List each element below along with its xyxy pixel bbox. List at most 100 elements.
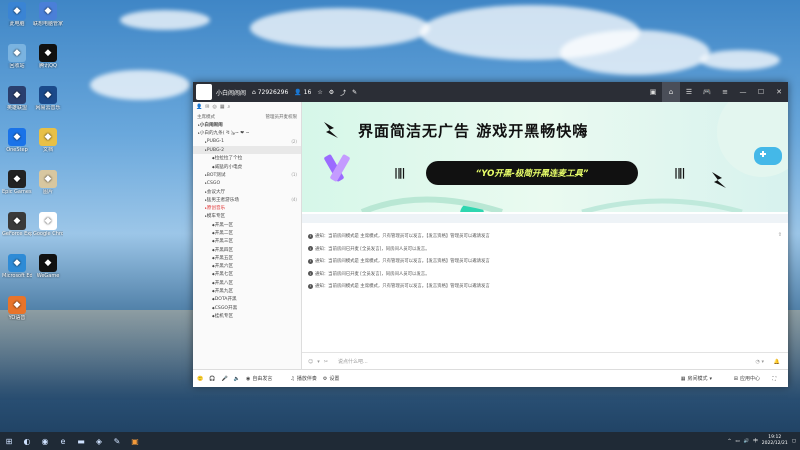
channel-item[interactable]: ▸ 模车专区 bbox=[193, 212, 301, 220]
desktop-icon[interactable]: ◆ 英雄联盟 bbox=[2, 86, 32, 111]
tray-arrow-icon[interactable]: ^ bbox=[728, 439, 732, 444]
free-speech-button[interactable]: ◉ 自由发言 bbox=[246, 375, 272, 383]
desktop-icon[interactable]: ◆ 回收站 bbox=[2, 44, 32, 69]
chat-options-icon[interactable]: ◔ ▾ bbox=[756, 359, 764, 365]
notification-center-icon[interactable]: ▢ bbox=[792, 439, 796, 444]
channel-item[interactable]: ▸ 猛男王者游乐场 (4) bbox=[193, 196, 301, 204]
channel-item[interactable]: ▸ PUBG-2 bbox=[193, 145, 301, 155]
channel-item[interactable]: ◆ 开黑一区 bbox=[193, 221, 301, 229]
channel-item[interactable]: ▸ CSGO bbox=[193, 179, 301, 187]
channel-item[interactable]: ◆ 开黑八区 bbox=[193, 279, 301, 287]
yo-icon[interactable]: ▣ bbox=[126, 432, 144, 450]
user-avatar[interactable]: 🙂 bbox=[197, 376, 203, 382]
mic-icon[interactable]: 🎤 bbox=[221, 376, 227, 382]
clock-date: 2022/12/21 bbox=[761, 441, 788, 446]
channel-item[interactable]: ◆ 开黑三区 bbox=[193, 237, 301, 245]
desktop-icon[interactable]: ◆ YO语音 bbox=[2, 296, 32, 321]
channel-item[interactable]: ◆ 拉拉拉了个拉 bbox=[193, 154, 301, 162]
channel-item[interactable]: ▸ BOT测试 (1) bbox=[193, 171, 301, 179]
edge-icon[interactable]: e bbox=[54, 432, 72, 450]
info-icon: i bbox=[308, 271, 313, 276]
screenshot-icon[interactable]: ✂ bbox=[324, 359, 328, 365]
ime-icon[interactable]: 中 bbox=[753, 438, 758, 444]
sound-bars-icon: |‖| bbox=[674, 166, 686, 179]
channel-item[interactable]: ◆ 开黑五区 bbox=[193, 254, 301, 262]
desktop-icon[interactable]: ◆Epic Games Launcher bbox=[2, 170, 32, 195]
channel-item[interactable]: ◆ 威猛的小电虎 bbox=[193, 162, 301, 170]
headset-icon[interactable]: 🎧 bbox=[209, 376, 215, 382]
taskbar: ⊞ ◐ ◉ e ▬ ◈ ✎ ▣ ^ ▭ 🔊 中 19:12 2022/12/21… bbox=[0, 432, 800, 450]
info-icon: i bbox=[308, 283, 313, 289]
channel-item[interactable]: ◆ 开黑九区 bbox=[193, 287, 301, 295]
home-icon[interactable]: ⌂ bbox=[662, 82, 680, 102]
fullscreen-icon[interactable]: ⛶ bbox=[772, 376, 776, 382]
emoji-dropdown-icon[interactable]: ▾ bbox=[317, 359, 320, 365]
room-mode-button[interactable]: ▦ 房间模式 ▾ bbox=[681, 375, 712, 383]
app-icon[interactable]: ✎ bbox=[108, 432, 126, 450]
volume-tray-icon[interactable]: 🔊 bbox=[744, 439, 750, 444]
room-avatar[interactable] bbox=[196, 84, 212, 100]
menu-icon[interactable]: ≡ bbox=[716, 82, 734, 102]
app-center-button[interactable]: ⊞ 应用中心 bbox=[734, 375, 760, 383]
favorite-icon[interactable]: ☆ bbox=[317, 89, 322, 96]
emoji-icon[interactable]: ☺ bbox=[308, 359, 313, 365]
desktop-icon[interactable]: ◆ 图片 bbox=[33, 170, 63, 195]
channel-item[interactable]: ◆ CSGO开黑 bbox=[193, 304, 301, 312]
maximize-icon[interactable]: ☐ bbox=[752, 82, 770, 102]
desktop-icon[interactable]: ◆ 腾讯QQ bbox=[33, 44, 63, 69]
game-icon[interactable]: ◈ bbox=[90, 432, 108, 450]
channel-item[interactable]: ▸ PUBG-1 (2) bbox=[193, 138, 301, 146]
room-mode-select[interactable]: 主席模式 bbox=[197, 114, 215, 120]
channel-label: DOTA开黑 bbox=[214, 297, 237, 303]
settings-button[interactable]: ⚙ 设置 bbox=[323, 375, 340, 383]
desktop-icon[interactable]: ◆Google Chrome bbox=[33, 212, 63, 237]
grid-icon[interactable]: ▦ bbox=[220, 104, 225, 110]
channel-item[interactable]: ◆ 挂机专区 bbox=[193, 312, 301, 320]
desktop-icon[interactable]: ◆ 文档 bbox=[33, 128, 63, 153]
settings-icon[interactable]: ⚙ bbox=[329, 89, 334, 96]
desktop-icon[interactable]: ◆ 此电脑 bbox=[2, 2, 32, 27]
sign-icon[interactable]: ✎ bbox=[352, 89, 357, 96]
channel-item[interactable]: ◆ DOTA开黑 bbox=[193, 295, 301, 303]
close-icon[interactable]: ✕ bbox=[770, 82, 788, 102]
start-icon[interactable]: ⊞ bbox=[0, 432, 18, 450]
yo-voice-window[interactable]: 小白闹闹闹 ⌂ 72926296 👤 16 ☆ ⚙ ⤴ ✎ ▣ ⌂ ☰ 🎮 ≡ … bbox=[193, 82, 788, 387]
music-button[interactable]: ♫ 播放伴奏 bbox=[290, 375, 317, 383]
chat-icon[interactable]: ✉ bbox=[205, 104, 209, 110]
channel-item[interactable]: ▸ 小白的九条( ᐛ )و~ ❤ ~ bbox=[193, 129, 301, 137]
location-icon[interactable]: ◎ bbox=[212, 104, 216, 110]
desktop-icon[interactable]: ◆ WeGame bbox=[33, 254, 63, 279]
screen-icon[interactable]: ▣ bbox=[644, 82, 662, 102]
desktop-icon[interactable]: ◆Microsoft Edge bbox=[2, 254, 32, 279]
channel-item[interactable]: ▸ 会议大厅 bbox=[193, 187, 301, 195]
minimize-icon[interactable]: — bbox=[734, 82, 752, 102]
search-icon[interactable]: ⌕ bbox=[228, 104, 231, 110]
channel-item[interactable]: ◆ 开黑七区 bbox=[193, 270, 301, 278]
user-icon[interactable]: 👤 bbox=[196, 104, 202, 110]
desktop-icon[interactable]: ◆GeForce Experience bbox=[2, 212, 32, 237]
volume-icon[interactable]: 🔈 bbox=[234, 376, 240, 382]
channel-item[interactable]: ▸ 原创音乐 bbox=[193, 204, 301, 212]
pin-icon[interactable]: ⇧ bbox=[778, 232, 782, 238]
desktop-icon[interactable]: ◆ 联想电脑管家 bbox=[33, 2, 63, 27]
desktop-icon[interactable]: ◆ OneStep bbox=[2, 128, 32, 153]
channel-item[interactable]: ◆ 开黑二区 bbox=[193, 229, 301, 237]
gamepad-icon[interactable]: 🎮 bbox=[698, 82, 716, 102]
channel-item[interactable]: ▸ 小白闹闹闹 bbox=[193, 121, 301, 129]
folder-icon[interactable]: ▬ bbox=[72, 432, 90, 450]
title-bar[interactable]: 小白闹闹闹 ⌂ 72926296 👤 16 ☆ ⚙ ⤴ ✎ ▣ ⌂ ☰ 🎮 ≡ … bbox=[193, 82, 788, 102]
manage-link[interactable]: 管理员开麦权限 bbox=[266, 114, 298, 120]
notification-icon[interactable]: 🔔 bbox=[774, 359, 780, 365]
share-icon[interactable]: ⤴ bbox=[340, 88, 346, 97]
network-icon[interactable]: ▭ bbox=[735, 439, 739, 444]
promo-banner[interactable]: 界面简洁无广告 游戏开黑畅快嗨 |‖| “YO开黑-极简开黑连麦工具” |‖| bbox=[302, 102, 788, 212]
steam-icon[interactable]: ◐ bbox=[18, 432, 36, 450]
desktop-icon[interactable]: ◆ 网易云音乐 bbox=[33, 86, 63, 111]
message-input[interactable]: 说点什么吧... bbox=[338, 358, 368, 365]
task-icon[interactable]: ◉ bbox=[36, 432, 54, 450]
channel-item[interactable]: ◆ 开黑六区 bbox=[193, 262, 301, 270]
list-icon[interactable]: ☰ bbox=[680, 82, 698, 102]
lightning-icon bbox=[712, 172, 726, 188]
clock[interactable]: 19:12 2022/12/21 bbox=[762, 435, 788, 447]
channel-item[interactable]: ◆ 开黑四区 bbox=[193, 245, 301, 253]
